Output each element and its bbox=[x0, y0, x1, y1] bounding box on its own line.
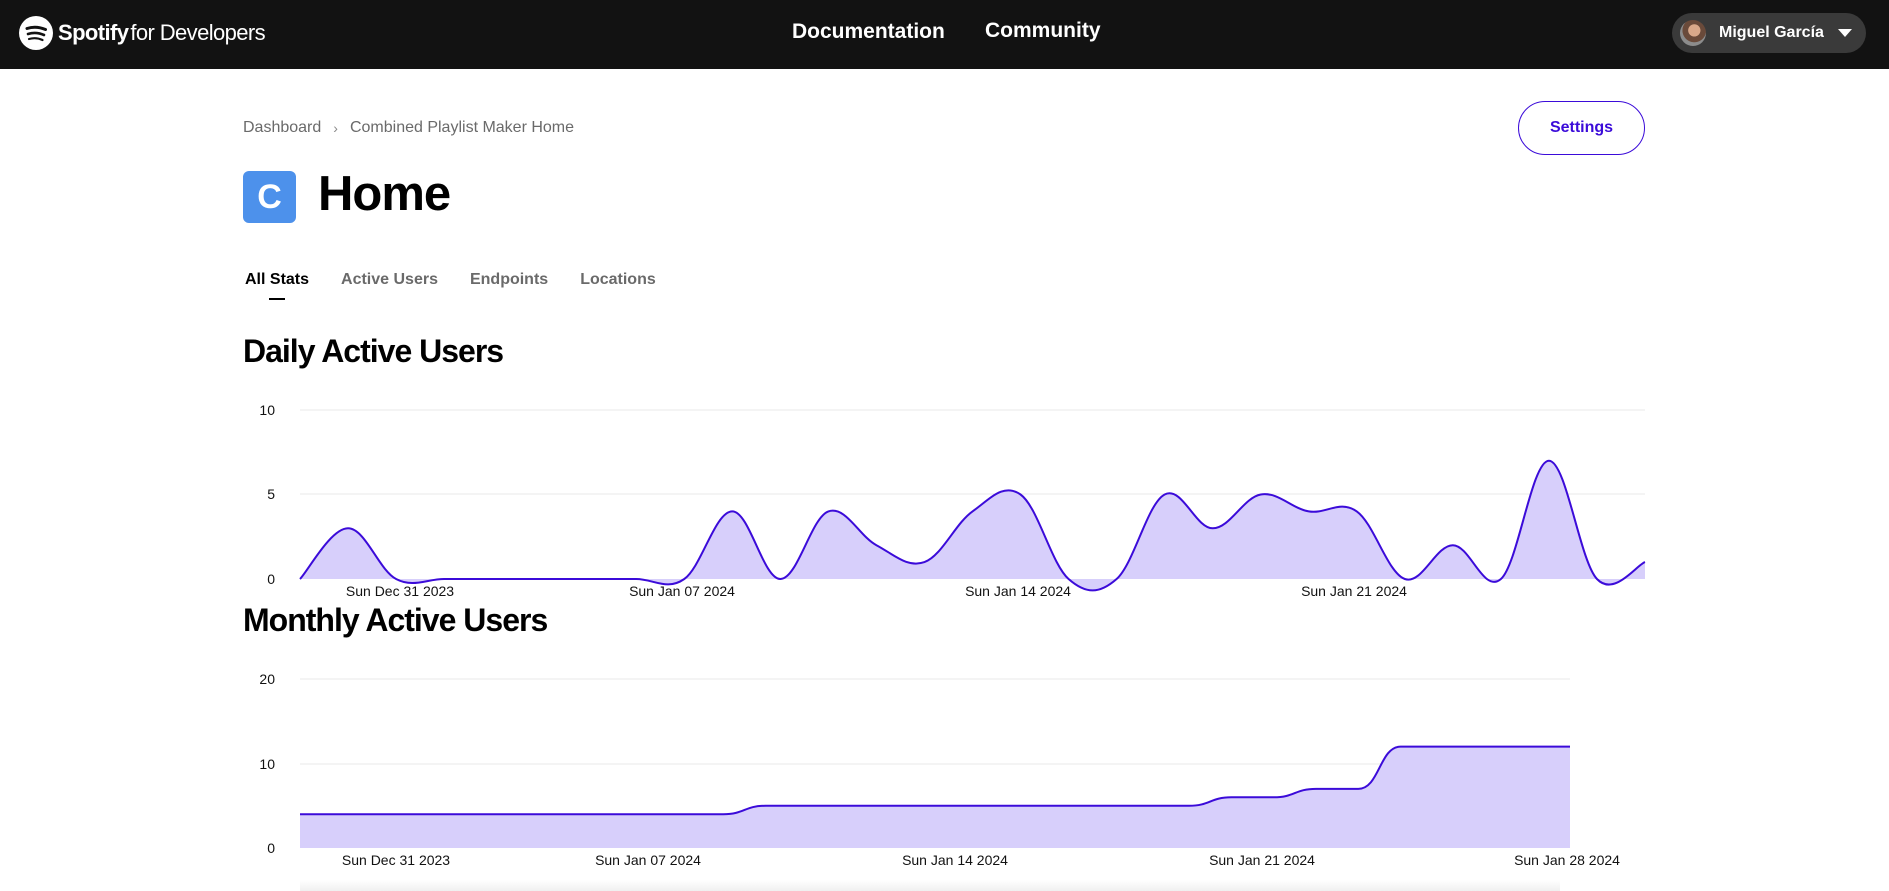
chart-0-xtick-label: Sun Jan 07 2024 bbox=[629, 583, 735, 599]
chart-1-xtick-label: Sun Jan 21 2024 bbox=[1209, 852, 1315, 868]
chart-0-xtick-label: Sun Dec 31 2023 bbox=[346, 583, 454, 599]
chart-0-ytick-label: 10 bbox=[259, 402, 275, 418]
chart-1-xtick-label: Sun Jan 28 2024 bbox=[1514, 852, 1620, 868]
chart-1-ytick-label: 20 bbox=[259, 671, 275, 687]
chart-0-ytick-label: 0 bbox=[267, 571, 275, 587]
chart-1-ytick-label: 0 bbox=[267, 840, 275, 856]
scroll-fade bbox=[300, 880, 1560, 891]
chart-1-xtick-label: Sun Dec 31 2023 bbox=[342, 852, 450, 868]
chart-1-xtick-label: Sun Jan 07 2024 bbox=[595, 852, 701, 868]
chart-0-xtick-label: Sun Jan 21 2024 bbox=[1301, 583, 1407, 599]
chart-1-ytick-label: 10 bbox=[259, 756, 275, 772]
charts-canvas: 0 5 10 Sun Dec 31 2023 Sun Jan 07 2024 Sun Ja… bbox=[259, 402, 1646, 868]
chart-0-area bbox=[300, 460, 1645, 591]
chart-0-xtick-label: Sun Jan 14 2024 bbox=[965, 583, 1071, 599]
chart-0-ytick-label: 5 bbox=[267, 486, 275, 502]
chart-1-area bbox=[300, 746, 1570, 848]
chart-1-xtick-label: Sun Jan 14 2024 bbox=[902, 852, 1008, 868]
